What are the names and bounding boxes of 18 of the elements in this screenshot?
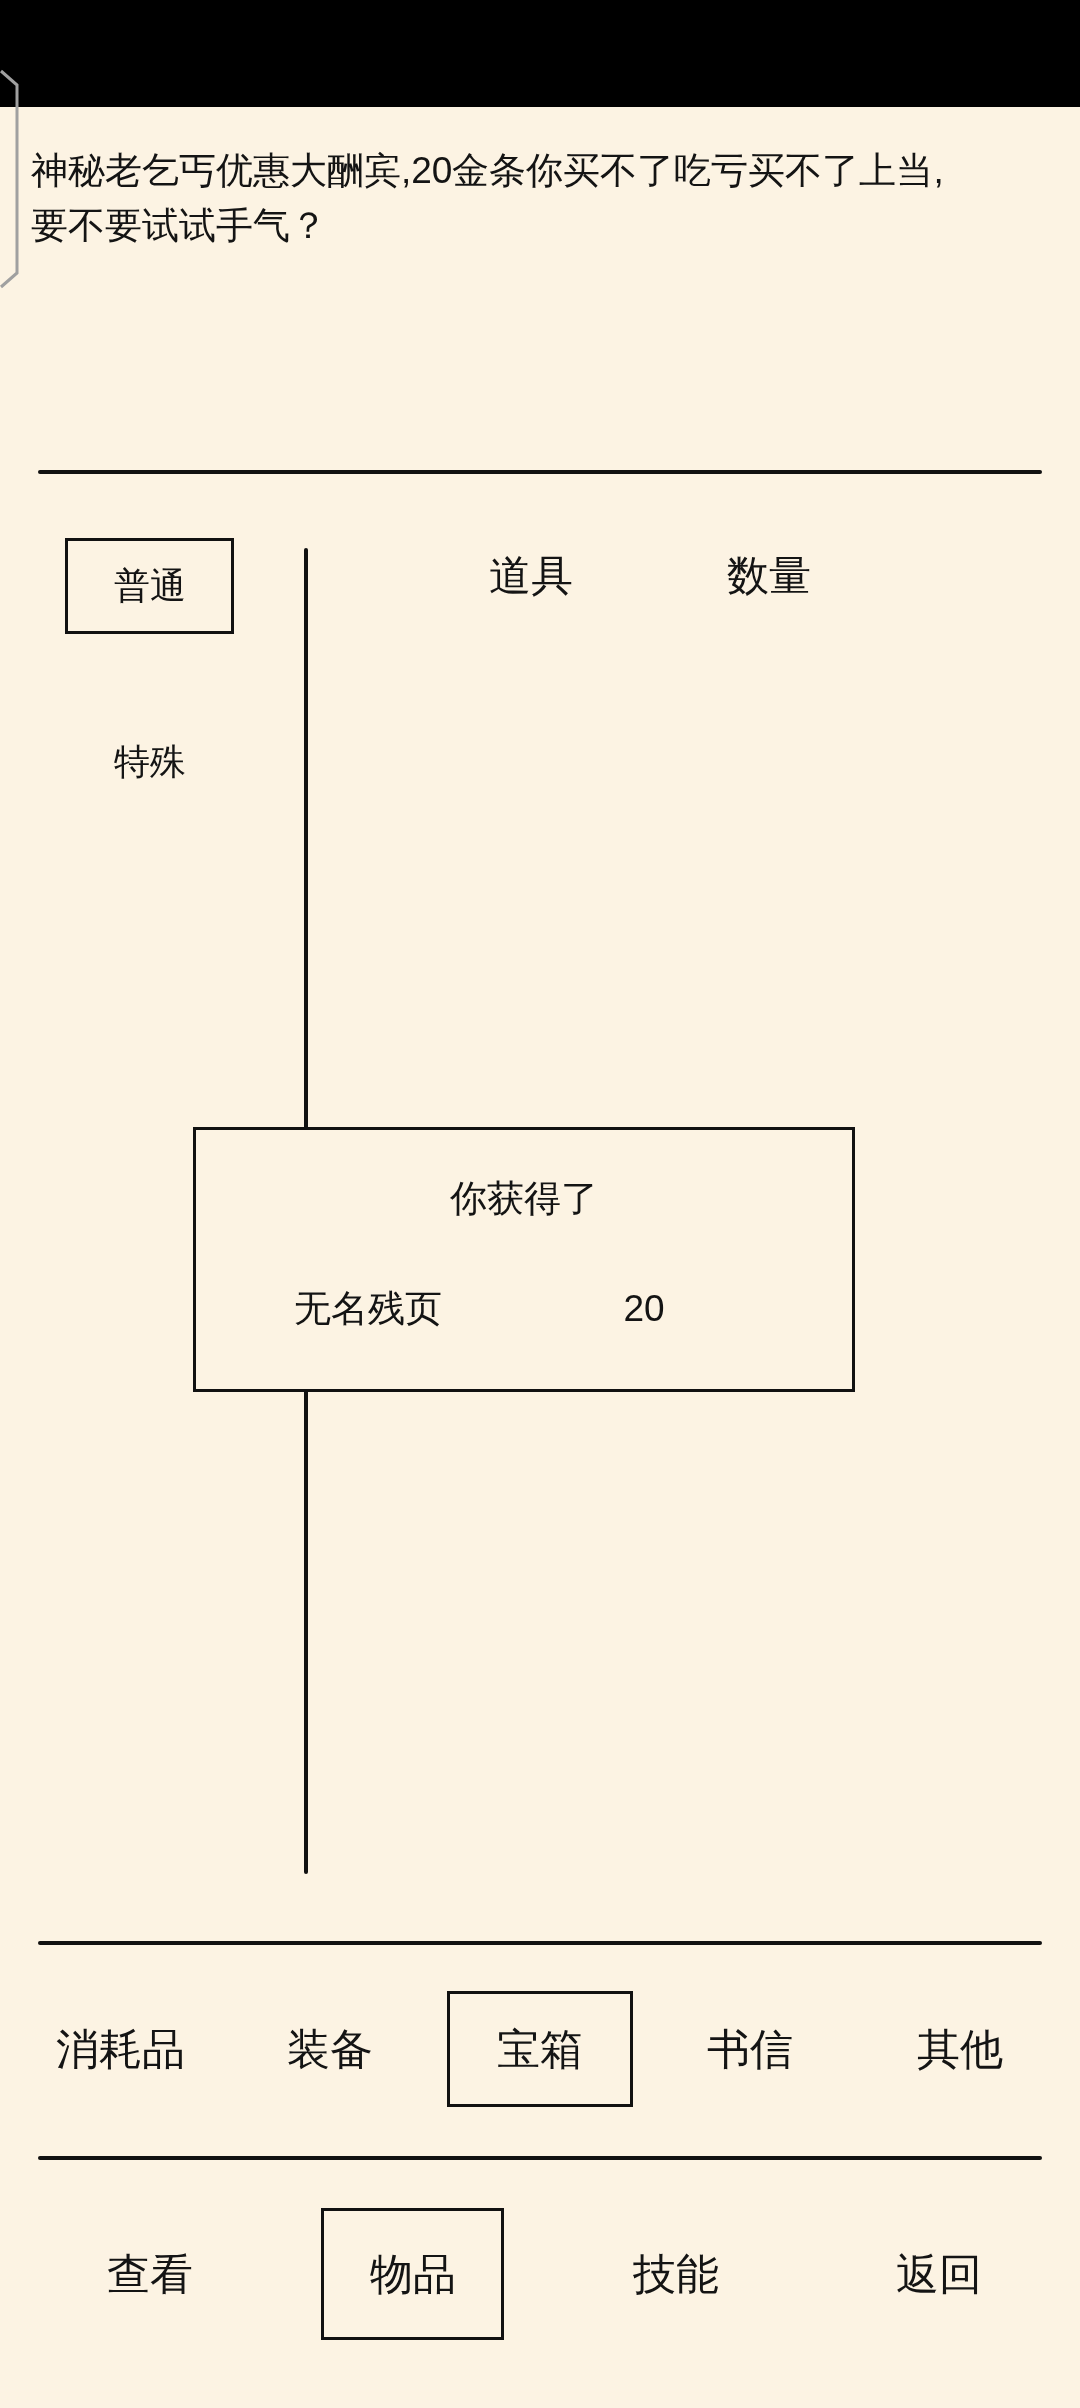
column-header: 道具 [489,551,573,601]
category-tab[interactable]: 书信 [705,2024,795,2074]
nav-button[interactable]: 技能 [630,2249,721,2299]
dialog-title: 你获得了 [450,1177,598,1221]
item-count: 20 [623,1287,665,1331]
category-tab[interactable]: 装备 [285,2024,375,2074]
item-name: 无名残页 [294,1287,442,1331]
category-tab[interactable]: 消耗品 [53,2024,187,2074]
nav-button[interactable]: 查看 [104,2249,195,2299]
subtab[interactable]: 特殊 [111,740,188,784]
category-tab[interactable]: 宝箱 [447,1991,633,2107]
category-tab[interactable]: 其他 [915,2024,1005,2074]
message-text: 神秘老乞丐优惠大酬宾,20金条你买不了吃亏买不了上当, 要不要试试手气？ [31,149,945,248]
nav-button[interactable]: 返回 [893,2249,984,2299]
subtab[interactable]: 普通 [65,538,234,634]
edge-handle-icon[interactable] [0,69,20,289]
nav-button[interactable]: 物品 [321,2208,504,2340]
column-header: 数量 [727,551,811,601]
